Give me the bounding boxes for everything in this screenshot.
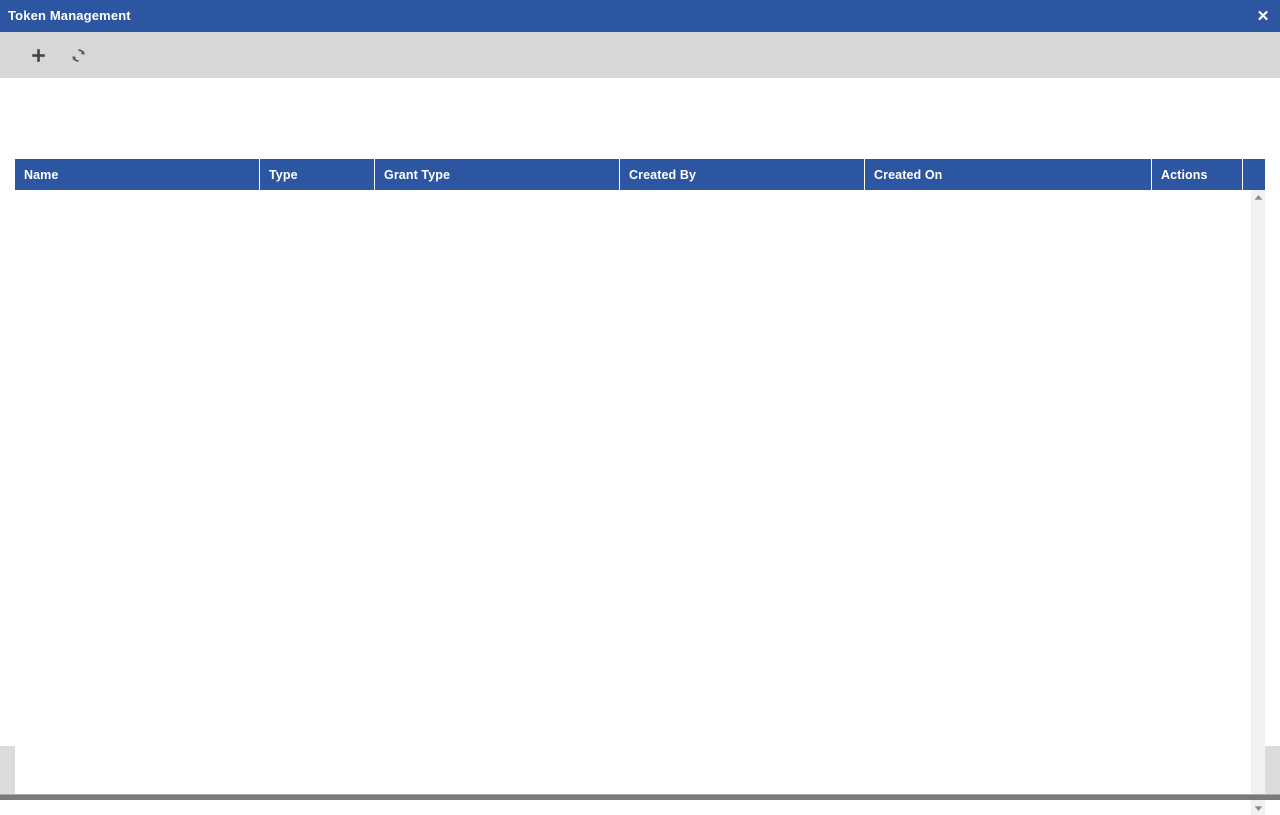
add-token-button[interactable] <box>26 43 50 67</box>
window-titlebar: Token Management ✕ <box>0 0 1280 32</box>
column-header-actions[interactable]: Actions <box>1152 159 1243 190</box>
column-header-name[interactable]: Name <box>15 159 260 190</box>
window-title: Token Management <box>8 8 131 23</box>
grid-header-row: Name Type Grant Type Created By Created … <box>15 159 1265 190</box>
column-header-created-on[interactable]: Created On <box>865 159 1152 190</box>
token-grid: Name Type Grant Type Created By Created … <box>15 159 1265 815</box>
vertical-scrollbar[interactable] <box>1250 190 1265 815</box>
scroll-up-arrow[interactable] <box>1251 190 1265 204</box>
column-header-type[interactable]: Type <box>260 159 375 190</box>
toolbar <box>0 32 1280 78</box>
column-header-grant-type[interactable]: Grant Type <box>375 159 620 190</box>
taskbar-sliver <box>0 794 1280 800</box>
refresh-button[interactable] <box>66 43 90 67</box>
token-management-window: Token Management ✕ Name Type Grant Type … <box>0 0 1280 815</box>
grid-body <box>15 190 1265 815</box>
column-header-filler <box>1243 159 1265 190</box>
plus-icon <box>31 48 46 63</box>
grid-rows-empty <box>15 190 1250 815</box>
close-icon[interactable]: ✕ <box>1246 0 1280 32</box>
column-header-created-by[interactable]: Created By <box>620 159 865 190</box>
refresh-icon <box>71 48 86 63</box>
scrollbar-track[interactable] <box>1251 204 1265 801</box>
scroll-down-arrow[interactable] <box>1251 801 1265 815</box>
main-content: Name Type Grant Type Created By Created … <box>0 78 1280 815</box>
